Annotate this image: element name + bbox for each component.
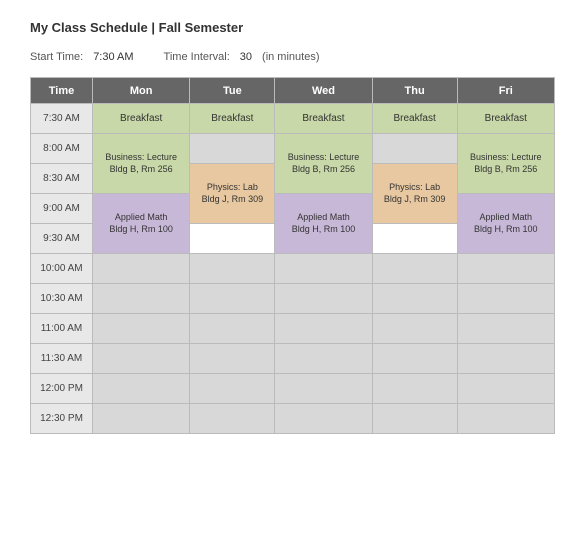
thu-cell xyxy=(372,344,457,374)
thu-cell xyxy=(372,404,457,434)
start-time-label: Start Time: xyxy=(30,51,83,63)
interval-unit: (in minutes) xyxy=(262,51,319,63)
tue-cell xyxy=(190,314,275,344)
mon-cell: Breakfast xyxy=(93,104,190,134)
mon-cell xyxy=(93,374,190,404)
tue-cell: Physics: LabBldg J, Rm 309 xyxy=(190,164,275,224)
tue-cell: Breakfast xyxy=(190,104,275,134)
time-cell: 10:00 AM xyxy=(31,254,93,284)
fri-cell xyxy=(457,284,554,314)
wed-cell xyxy=(275,344,372,374)
tue-cell xyxy=(190,404,275,434)
mon-cell xyxy=(93,314,190,344)
time-cell: 9:00 AM xyxy=(31,194,93,224)
wed-cell xyxy=(275,404,372,434)
time-cell: 11:00 AM xyxy=(31,314,93,344)
mon-cell xyxy=(93,344,190,374)
interval-label: Time Interval: xyxy=(164,51,230,63)
time-cell: 9:30 AM xyxy=(31,224,93,254)
thu-cell: Breakfast xyxy=(372,104,457,134)
interval-value: 30 xyxy=(240,51,252,63)
tue-cell xyxy=(190,254,275,284)
header-tue: Tue xyxy=(190,78,275,104)
fri-cell xyxy=(457,374,554,404)
wed-cell: Business: LectureBldg B, Rm 256 xyxy=(275,134,372,194)
time-cell: 8:30 AM xyxy=(31,164,93,194)
header-mon: Mon xyxy=(93,78,190,104)
fri-cell xyxy=(457,344,554,374)
tue-cell xyxy=(190,374,275,404)
tue-cell xyxy=(190,284,275,314)
thu-cell xyxy=(372,284,457,314)
mon-cell xyxy=(93,254,190,284)
wed-cell xyxy=(275,254,372,284)
fri-cell: Applied MathBldg H, Rm 100 xyxy=(457,194,554,254)
start-time-value: 7:30 AM xyxy=(93,51,133,63)
thu-cell xyxy=(372,374,457,404)
header-thu: Thu xyxy=(372,78,457,104)
fri-cell xyxy=(457,254,554,284)
schedule-table: Time Mon Tue Wed Thu Fri 7:30 AMBreakfas… xyxy=(30,77,555,434)
wed-cell xyxy=(275,284,372,314)
wed-cell xyxy=(275,374,372,404)
mon-cell: Business: LectureBldg B, Rm 256 xyxy=(93,134,190,194)
mon-cell xyxy=(93,404,190,434)
wed-cell: Applied MathBldg H, Rm 100 xyxy=(275,194,372,254)
mon-cell xyxy=(93,284,190,314)
wed-cell: Breakfast xyxy=(275,104,372,134)
thu-cell xyxy=(372,134,457,164)
fri-cell xyxy=(457,314,554,344)
tue-cell xyxy=(190,344,275,374)
header-fri: Fri xyxy=(457,78,554,104)
time-cell: 12:00 PM xyxy=(31,374,93,404)
fri-cell: Breakfast xyxy=(457,104,554,134)
header-wed: Wed xyxy=(275,78,372,104)
wed-cell xyxy=(275,314,372,344)
thu-cell: Physics: LabBldg J, Rm 309 xyxy=(372,164,457,224)
fri-cell: Business: LectureBldg B, Rm 256 xyxy=(457,134,554,194)
page-title: My Class Schedule | Fall Semester xyxy=(30,20,555,35)
thu-cell xyxy=(372,314,457,344)
time-cell: 10:30 AM xyxy=(31,284,93,314)
time-cell: 7:30 AM xyxy=(31,104,93,134)
thu-cell xyxy=(372,254,457,284)
time-cell: 11:30 AM xyxy=(31,344,93,374)
mon-cell: Applied MathBldg H, Rm 100 xyxy=(93,194,190,254)
fri-cell xyxy=(457,404,554,434)
tue-cell xyxy=(190,134,275,164)
time-cell: 8:00 AM xyxy=(31,134,93,164)
header-time: Time xyxy=(31,78,93,104)
time-cell: 12:30 PM xyxy=(31,404,93,434)
